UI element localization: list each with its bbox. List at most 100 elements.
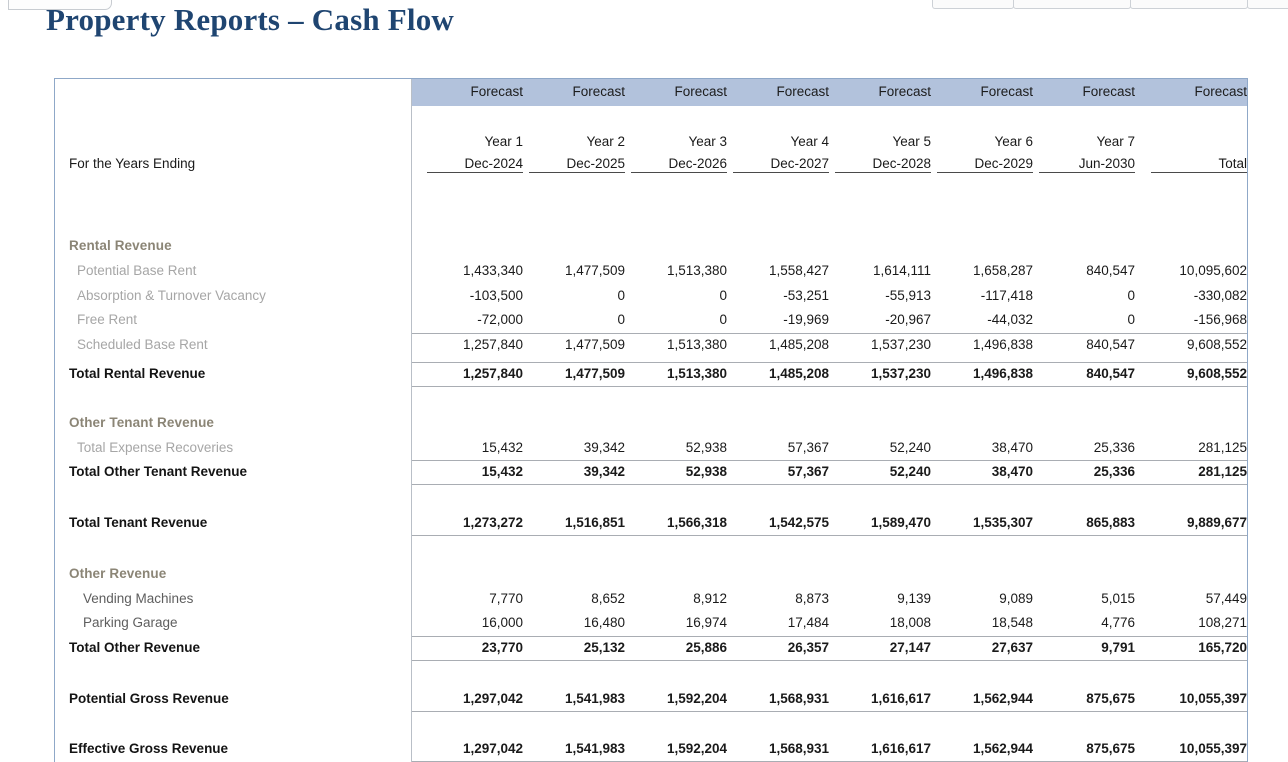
table-cell: 1,566,318	[666, 515, 727, 530]
table-cell: 1,537,230	[870, 366, 931, 381]
table-cell: 16,480	[583, 615, 625, 630]
table-row: Effective Gross Revenue 1,297,042 1,541,98…	[55, 737, 1247, 762]
row-label: Total Other Tenant Revenue	[69, 464, 248, 479]
row-label-header: For the Years Ending	[69, 156, 196, 171]
row-label: Other Tenant Revenue	[69, 415, 215, 430]
column-type-label: Forecast	[1194, 84, 1247, 99]
table-cell: 7,770	[489, 591, 523, 606]
table-cell: 1,592,204	[666, 741, 727, 756]
row-rule-top	[412, 460, 1247, 461]
table-cell: 1,496,838	[972, 337, 1033, 352]
row-label: Rental Revenue	[69, 238, 172, 253]
table-cell: 4,776	[1101, 615, 1135, 630]
table-cell: 165,720	[1198, 640, 1247, 655]
table-cell: 16,000	[481, 615, 523, 630]
table-cell: 840,547	[1086, 366, 1135, 381]
table-cell: 1,433,340	[462, 263, 523, 278]
table-row: Scheduled Base Rent 1,257,840 1,477,509 1,5…	[55, 333, 1247, 358]
row-rule-bottom	[412, 535, 1247, 536]
table-cell: 1,516,851	[564, 515, 625, 530]
table-cell: 1,477,509	[564, 366, 625, 381]
column-year-label: Year 3	[688, 134, 727, 149]
column-year-label: Year 2	[586, 134, 625, 149]
row-label: Parking Garage	[83, 615, 178, 630]
column-period-label: Total	[1151, 156, 1247, 173]
column-period-label: Dec-2026	[631, 156, 727, 173]
table-row: Absorption & Turnover Vacancy -103,500 0 0 -…	[55, 284, 1247, 309]
table-cell: 23,770	[481, 640, 523, 655]
table-cell: 281,125	[1198, 464, 1247, 479]
table-cell: 52,938	[685, 464, 727, 479]
table-cell: 0	[719, 312, 727, 327]
table-row: Parking Garage 16,000 16,480 16,974 17,484 18…	[55, 611, 1247, 636]
row-label: Total Expense Recoveries	[77, 440, 234, 455]
table-cell: 25,132	[583, 640, 625, 655]
column-type-label: Forecast	[980, 84, 1033, 99]
column-year-label: Year 4	[790, 134, 829, 149]
table-cell: -156,968	[1193, 312, 1247, 327]
table-cell: 26,357	[787, 640, 829, 655]
table-cell: 1,477,509	[564, 337, 625, 352]
table-cell: 1,658,287	[972, 263, 1033, 278]
row-rule-bottom	[412, 386, 1247, 387]
row-label: Total Rental Revenue	[69, 366, 206, 381]
table-cell: 57,367	[787, 440, 829, 455]
table-cell: 8,873	[795, 591, 829, 606]
table-cell: 1,513,380	[666, 337, 727, 352]
table-cell: 1,589,470	[870, 515, 931, 530]
toolbar-button-strip[interactable]	[932, 0, 1288, 9]
toolbar-button-2[interactable]	[1013, 0, 1131, 9]
table-cell: 1,568,931	[768, 741, 829, 756]
row-rule-bottom	[412, 711, 1247, 712]
row-rule-top	[412, 362, 1247, 363]
table-cell: 39,342	[583, 464, 625, 479]
row-rule-top	[412, 333, 1247, 334]
table-cell: 52,240	[889, 464, 931, 479]
table-cell: -44,032	[987, 312, 1033, 327]
table-cell: 1,537,230	[870, 337, 931, 352]
row-label: Potential Base Rent	[77, 263, 197, 278]
toolbar-button-4[interactable]	[1247, 0, 1288, 9]
table-cell: 17,484	[787, 615, 829, 630]
table-row: Free Rent -72,000 0 0 -19,969 -20,967 -44,032 0…	[55, 308, 1247, 333]
table-cell: 1,614,111	[872, 263, 931, 278]
table-cell: 25,886	[685, 640, 727, 655]
table-row: Total Other Revenue 23,770 25,132 25,886 26,…	[55, 636, 1247, 661]
table-cell: 840,547	[1086, 337, 1135, 352]
table-cell: 9,608,552	[1186, 337, 1247, 352]
table-cell: 38,470	[991, 464, 1033, 479]
column-type-label: Forecast	[1082, 84, 1135, 99]
table-cell: -72,000	[477, 312, 523, 327]
table-cell: 1,558,427	[768, 263, 829, 278]
table-row: Total Tenant Revenue 1,273,272 1,516,851 1,…	[55, 511, 1247, 536]
table-cell: 57,367	[787, 464, 829, 479]
row-rule-bottom	[412, 484, 1247, 485]
table-cell: 15,432	[481, 464, 523, 479]
table-cell: 1,535,307	[972, 515, 1033, 530]
table-row: Rental Revenue	[55, 234, 1247, 259]
table-cell: -20,967	[885, 312, 931, 327]
table-cell: 0	[1127, 288, 1135, 303]
table-cell: 10,055,397	[1179, 741, 1247, 756]
column-period-label: Dec-2024	[427, 156, 523, 173]
table-cell: 1,592,204	[666, 691, 727, 706]
table-cell: 0	[1127, 312, 1135, 327]
column-period-label: Dec-2029	[937, 156, 1033, 173]
column-year-label: Year 1	[484, 134, 523, 149]
toolbar-button-1[interactable]	[932, 0, 1014, 9]
table-cell: 9,889,677	[1186, 515, 1247, 530]
table-cell: 840,547	[1086, 263, 1135, 278]
table-row: Other Revenue	[55, 562, 1247, 587]
table-cell: 1,616,617	[870, 691, 931, 706]
table-row: Potential Base Rent 1,433,340 1,477,509 1,5…	[55, 259, 1247, 284]
table-cell: 5,015	[1101, 591, 1135, 606]
row-label: Free Rent	[77, 312, 138, 327]
row-label: Scheduled Base Rent	[77, 337, 208, 352]
table-cell: 1,542,575	[768, 515, 829, 530]
table-cell: 27,637	[991, 640, 1033, 655]
toolbar-button-3[interactable]	[1130, 0, 1248, 9]
table-cell: 9,139	[897, 591, 931, 606]
table-cell: 1,513,380	[666, 366, 727, 381]
table-cell: 1,541,983	[564, 741, 625, 756]
table-cell: 39,342	[583, 440, 625, 455]
